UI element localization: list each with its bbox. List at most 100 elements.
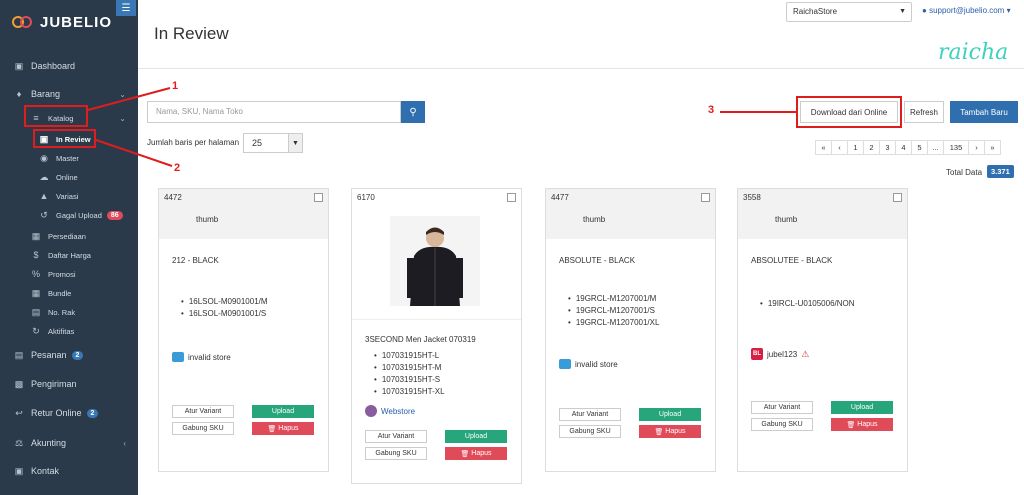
- sidebar-item-variasi[interactable]: ▲ Variasi: [0, 187, 138, 205]
- product-card[interactable]: 3558 thumb ABSOLUTEE - BLACK 19IRCL-U010…: [737, 188, 908, 472]
- gabung-sku-button[interactable]: Gabung SKU: [365, 447, 427, 460]
- sidebar-item-label: Retur Online: [31, 408, 82, 418]
- sidebar-item-label: Pesanan: [31, 350, 67, 360]
- menu-toggle-icon[interactable]: ☰: [116, 0, 136, 16]
- hapus-label: Hapus: [857, 421, 878, 428]
- atur-variant-button[interactable]: Atur Variant: [751, 401, 813, 414]
- sku-item: 107031915HT-S: [374, 374, 445, 386]
- sidebar-item-barang[interactable]: ♦ Barang ⌄: [0, 84, 138, 104]
- sidebar-item-pesanan[interactable]: ▤ Pesanan 2: [0, 345, 138, 365]
- store-info: Webstore: [365, 405, 415, 417]
- sku-item: 19GRCL-M1207001/M: [568, 293, 659, 305]
- sidebar-item-label: Dashboard: [31, 61, 76, 71]
- gagal-upload-badge: 86: [106, 210, 123, 220]
- perpage-value: 25: [252, 138, 263, 148]
- trash-icon: 🗑: [846, 421, 856, 429]
- webstore-icon: [365, 405, 377, 417]
- product-card[interactable]: 4477 thumb ABSOLUTE - BLACK 19GRCL-M1207…: [545, 188, 716, 472]
- sidebar-item-online[interactable]: ☁ Online: [0, 168, 138, 186]
- upload-button[interactable]: Upload: [639, 408, 701, 421]
- product-card[interactable]: 6170 3SECOND Men Jacket 070319 107031915…: [351, 188, 522, 484]
- sidebar-item-gagal-upload[interactable]: ↺ Gagal Upload 86: [0, 206, 138, 224]
- refresh-button[interactable]: Refresh: [904, 101, 944, 123]
- address-card-icon: ▣: [14, 465, 24, 476]
- page-button[interactable]: 5: [911, 140, 928, 155]
- upload-button[interactable]: Upload: [252, 405, 314, 418]
- sidebar-item-no-rak[interactable]: ▤ No. Rak: [0, 303, 138, 321]
- page-button[interactable]: 1: [847, 140, 864, 155]
- hapus-button[interactable]: 🗑 Hapus: [831, 418, 893, 431]
- atur-variant-button[interactable]: Atur Variant: [559, 408, 621, 421]
- sidebar-item-persediaan[interactable]: ▦ Persediaan: [0, 227, 138, 245]
- card-divider: [352, 319, 521, 320]
- sku-item: 107031915HT-XL: [374, 386, 445, 398]
- truck-icon: ▩: [14, 378, 24, 389]
- percent-icon: %: [31, 269, 40, 279]
- page-button[interactable]: 3: [879, 140, 896, 155]
- download-online-button[interactable]: Download dari Online: [800, 101, 898, 123]
- atur-variant-button[interactable]: Atur Variant: [172, 405, 234, 418]
- dollar-icon: $: [33, 250, 39, 260]
- sidebar-item-akunting[interactable]: ⚖ Akunting ‹: [0, 433, 138, 453]
- page-first-button[interactable]: «: [815, 140, 832, 155]
- sidebar-item-kontak[interactable]: ▣ Kontak: [0, 461, 138, 481]
- sidebar-item-bundle[interactable]: ▦ Bundle: [0, 284, 138, 302]
- sku-item: 19IRCL-U0105006/NON: [760, 298, 855, 310]
- sidebar-item-promosi[interactable]: % Promosi: [0, 265, 138, 283]
- warning-icon: ⚠: [801, 348, 810, 359]
- sidebar-item-pengiriman[interactable]: ▩ Pengiriman: [0, 374, 138, 394]
- page-button[interactable]: 135: [943, 140, 969, 155]
- page-button[interactable]: 4: [895, 140, 912, 155]
- atur-variant-button[interactable]: Atur Variant: [365, 430, 427, 443]
- card-checkbox[interactable]: [701, 193, 710, 202]
- gabung-sku-button[interactable]: Gabung SKU: [751, 418, 813, 431]
- hapus-button[interactable]: 🗑 Hapus: [445, 447, 507, 460]
- sku-list: 16LSOL-M0901001/M 16LSOL-M0901001/S: [181, 296, 268, 320]
- sku-item: 107031915HT-M: [374, 362, 445, 374]
- search-input[interactable]: Nama, SKU, Nama Toko: [147, 101, 401, 123]
- sidebar: JUBELIO ☰ ▣ Dashboard ♦ Barang ⌄ ≡ Katalog ⌄ …: [0, 0, 138, 495]
- card-thumb: thumb: [583, 215, 606, 224]
- user-email: support@jubelio.com: [929, 6, 1005, 15]
- total-data-label: Total Data: [946, 168, 983, 177]
- annotation-number-3: 3: [708, 104, 715, 116]
- gabung-sku-button[interactable]: Gabung SKU: [172, 422, 234, 435]
- card-checkbox[interactable]: [314, 193, 323, 202]
- page-button[interactable]: 2: [863, 140, 880, 155]
- card-checkbox[interactable]: [507, 193, 516, 202]
- sidebar-item-master[interactable]: ◉ Master: [0, 149, 138, 167]
- sidebar-item-label: Gagal Upload: [56, 210, 102, 220]
- chevron-down-icon: ⌄: [119, 89, 126, 99]
- user-menu[interactable]: ● support@jubelio.com ▾: [922, 6, 1011, 15]
- hapus-button[interactable]: 🗑 Hapus: [639, 425, 701, 438]
- page-title: In Review: [154, 24, 229, 43]
- store-info: invalid store: [559, 359, 618, 369]
- product-name: ABSOLUTE - BLACK: [559, 256, 636, 265]
- hapus-button[interactable]: 🗑 Hapus: [252, 422, 314, 435]
- sidebar-item-aktifitas[interactable]: ↻ Aktifitas: [0, 322, 138, 340]
- page-prev-button[interactable]: ‹: [831, 140, 848, 155]
- page-next-button[interactable]: ›: [968, 140, 985, 155]
- product-card[interactable]: 4472 thumb 212 - BLACK 16LSOL-M0901001/M…: [158, 188, 329, 472]
- page-last-button[interactable]: »: [984, 140, 1001, 155]
- sidebar-item-label: Promosi: [48, 269, 76, 279]
- sku-item: 16LSOL-M0901001/S: [181, 308, 268, 320]
- card-checkbox[interactable]: [893, 193, 902, 202]
- retweet-icon: ↺: [40, 209, 48, 220]
- sidebar-item-label: Master: [56, 153, 79, 163]
- sidebar-item-daftar-harga[interactable]: $ Daftar Harga: [0, 246, 138, 264]
- store-name: invalid store: [188, 352, 231, 362]
- hapus-label: Hapus: [665, 428, 686, 435]
- store-select[interactable]: RaichaStore ▼: [786, 2, 912, 22]
- upload-button[interactable]: Upload: [445, 430, 507, 443]
- product-name: 3SECOND Men Jacket 070319: [365, 335, 476, 344]
- store-icon: [172, 352, 184, 362]
- upload-button[interactable]: Upload: [831, 401, 893, 414]
- sidebar-item-dashboard[interactable]: ▣ Dashboard: [0, 56, 138, 76]
- sidebar-item-retur-online[interactable]: ↩ Retur Online 2: [0, 403, 138, 423]
- search-button[interactable]: ⚲: [401, 101, 425, 123]
- inbox-icon: ▤: [14, 349, 24, 360]
- add-new-button[interactable]: Tambah Baru: [950, 101, 1018, 123]
- perpage-select[interactable]: 25 ▼: [243, 133, 303, 153]
- gabung-sku-button[interactable]: Gabung SKU: [559, 425, 621, 438]
